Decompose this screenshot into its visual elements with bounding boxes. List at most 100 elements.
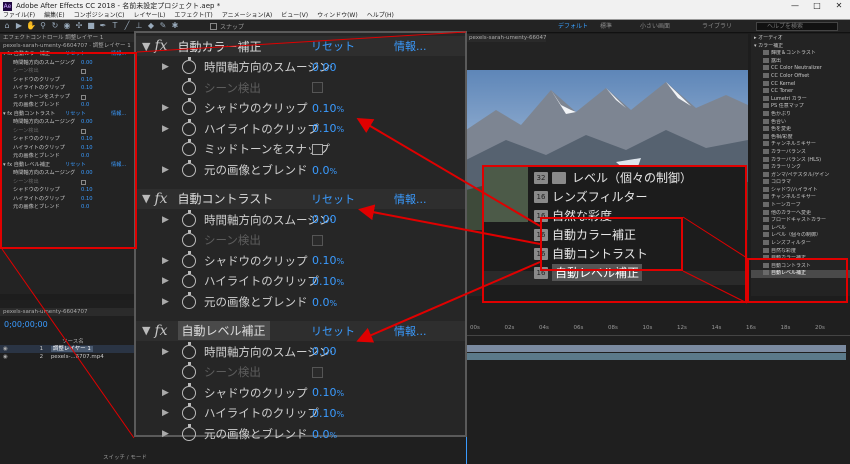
- zoom-property-checkbox[interactable]: [312, 234, 323, 246]
- timecode-display[interactable]: 0;00;00;00: [4, 320, 48, 329]
- zoom-effect-property-row[interactable]: ▶ 元の画像とブレンド 0.0%: [136, 160, 465, 180]
- expand-triangle-icon[interactable]: ▶: [162, 103, 174, 113]
- effects-preset-item[interactable]: 自然な彩度: [751, 247, 850, 256]
- menu-composition[interactable]: コンポジション(C): [74, 12, 125, 19]
- zoom-reset-link[interactable]: リセット: [311, 191, 355, 207]
- zoom-effect-group-header[interactable]: ▼ fx 自動コントラスト リセット 情報...: [136, 188, 465, 209]
- effects-preset-item[interactable]: レベル（個々の制御）: [751, 232, 850, 240]
- stopwatch-icon[interactable]: [182, 98, 196, 116]
- stopwatch-icon[interactable]: [182, 362, 196, 380]
- menu-file[interactable]: ファイル(F): [3, 12, 35, 19]
- menu-help[interactable]: ヘルプ(H): [367, 12, 394, 19]
- zoom-effect-property-row[interactable]: ▶ シャドウのクリップ 0.10%: [136, 98, 465, 118]
- effect-controls-tab[interactable]: エフェクトコントロール 調整レイヤー 1: [0, 34, 136, 42]
- zoom-property-number[interactable]: 0.00: [312, 213, 337, 226]
- effects-preset-item[interactable]: 色合い: [751, 118, 850, 127]
- effects-preset-item[interactable]: Lumetri カラー: [751, 95, 850, 104]
- menu-window[interactable]: ウィンドウ(W): [317, 12, 358, 19]
- zoom-effect-group-header[interactable]: ▼ fx 自動レベル補正 リセット 情報...: [136, 320, 465, 341]
- workspace-small-screen[interactable]: 小さい画面: [640, 20, 670, 33]
- timeline-footer[interactable]: スイッチ / モード: [103, 453, 147, 461]
- zoom-property-value[interactable]: 0.10%: [312, 102, 344, 115]
- effects-preset-item[interactable]: 輝度＆コントラスト: [751, 50, 850, 58]
- zoom-effect-property-row[interactable]: シーン検出: [136, 362, 465, 382]
- timeline-layer-row-2[interactable]: ◉ 2 pexels-...6707.mp4: [0, 353, 136, 361]
- effects-preset-item[interactable]: CC Toner: [751, 88, 850, 96]
- stopwatch-icon[interactable]: [182, 230, 196, 248]
- effects-preset-item[interactable]: シャドウ/ハイライト: [751, 186, 850, 195]
- minimize-button[interactable]: —: [784, 0, 806, 12]
- effects-preset-item[interactable]: トーンカーブ: [751, 202, 850, 210]
- zoom-effect-property-row[interactable]: ミッドトーンをスナップ: [136, 139, 465, 159]
- effects-preset-item[interactable]: ガンマ/ペデスタル/ゲイン: [751, 171, 850, 180]
- effect-menu-item[interactable]: 32 レベル（個々の制御）: [534, 168, 692, 187]
- expand-triangle-icon[interactable]: ▶: [162, 276, 174, 286]
- expand-triangle-icon[interactable]: ▶: [162, 347, 174, 357]
- effects-preset-item[interactable]: ブロードキャストカラー: [751, 217, 850, 225]
- brush-tool-icon[interactable]: ╱: [122, 21, 132, 31]
- fx-toggle-icon[interactable]: fx: [154, 191, 167, 207]
- zoom-property-number[interactable]: 0.10: [312, 254, 337, 267]
- menu-edit[interactable]: 編集(E): [44, 12, 64, 19]
- layer-visibility-icon[interactable]: ◉: [3, 354, 8, 360]
- collapse-triangle-icon[interactable]: ▼: [142, 192, 150, 205]
- workspace-default[interactable]: デフォルト: [558, 20, 588, 33]
- selection-tool-icon[interactable]: ▶: [14, 21, 24, 31]
- effects-preset-item[interactable]: レンズフィルター: [751, 240, 850, 248]
- effect-menu-item[interactable]: 16 レンズフィルター: [534, 187, 648, 206]
- zoom-property-value[interactable]: 0.0%: [312, 296, 337, 309]
- effects-preset-item[interactable]: ▾ カラー補正: [751, 43, 850, 51]
- camera-tool-icon[interactable]: ◉: [62, 21, 72, 31]
- effects-preset-item[interactable]: カラーバランス (HLS): [751, 156, 850, 165]
- collapse-triangle-icon[interactable]: ▼: [142, 40, 150, 53]
- effects-preset-item[interactable]: 色を変更: [751, 126, 850, 134]
- effects-preset-item[interactable]: CC Color Offset: [751, 72, 850, 81]
- zoom-info-link[interactable]: 情報...: [394, 38, 427, 54]
- layer-visibility-icon[interactable]: ◉: [3, 346, 8, 352]
- zoom-property-number[interactable]: 0.10: [312, 102, 337, 115]
- zoom-property-value[interactable]: 0.10%: [312, 275, 344, 288]
- zoom-effect-property-row[interactable]: ▶ シャドウのクリップ 0.10%: [136, 250, 465, 271]
- zoom-reset-link[interactable]: リセット: [311, 38, 355, 54]
- effects-preset-item[interactable]: 色かぶり: [751, 110, 850, 119]
- zoom-property-number[interactable]: 0.0: [312, 164, 330, 177]
- stopwatch-icon[interactable]: [182, 209, 196, 227]
- stopwatch-icon[interactable]: [182, 57, 196, 74]
- shape-tool-icon[interactable]: ■: [86, 21, 96, 31]
- zoom-property-number[interactable]: 0.10: [312, 407, 337, 420]
- zoom-property-value[interactable]: 0.00: [312, 61, 337, 74]
- zoom-property-checkbox[interactable]: [312, 143, 323, 155]
- expand-triangle-icon[interactable]: ▶: [162, 256, 174, 266]
- timeline-tab[interactable]: pexels-sarah-umenty-6604707: [0, 308, 136, 316]
- zoom-property-value[interactable]: 0.00: [312, 345, 337, 358]
- zoom-property-number[interactable]: 0.10: [312, 275, 337, 288]
- type-tool-icon[interactable]: T: [110, 21, 120, 31]
- puppet-tool-icon[interactable]: ✱: [170, 21, 180, 31]
- effects-preset-item[interactable]: CC Kernel: [751, 80, 850, 89]
- effects-preset-item[interactable]: チャンネルミキサー: [751, 141, 850, 149]
- zoom-property-number[interactable]: 0.10: [312, 386, 337, 399]
- stopwatch-icon[interactable]: [182, 424, 196, 441]
- zoom-effect-property-row[interactable]: ▶ 元の画像とブレンド 0.0%: [136, 292, 465, 312]
- stopwatch-icon[interactable]: [182, 341, 196, 359]
- zoom-property-number[interactable]: 0.00: [312, 345, 337, 358]
- zoom-effect-property-row[interactable]: シーン検出: [136, 77, 465, 98]
- zoom-effect-property-row[interactable]: ▶ ハイライトのクリップ 0.10%: [136, 403, 465, 423]
- effects-preset-item[interactable]: カラーバランス: [751, 148, 850, 157]
- zoom-effect-property-row[interactable]: ▶ ハイライトのクリップ 0.10%: [136, 271, 465, 291]
- zoom-effect-group-header[interactable]: ▼ fx 自動カラー補正 リセット 情報...: [136, 36, 465, 56]
- zoom-property-number[interactable]: 0.10: [312, 122, 337, 135]
- zoom-property-value[interactable]: 0.10%: [312, 122, 344, 135]
- stopwatch-icon[interactable]: [182, 271, 196, 289]
- hand-tool-icon[interactable]: ✋: [26, 21, 36, 31]
- zoom-property-value[interactable]: 0.10%: [312, 254, 344, 267]
- zoom-reset-link[interactable]: リセット: [311, 323, 355, 339]
- zoom-property-number[interactable]: 0.0: [312, 428, 330, 441]
- rotate-tool-icon[interactable]: ↻: [50, 21, 60, 31]
- stopwatch-icon[interactable]: [182, 250, 196, 268]
- expand-triangle-icon[interactable]: ▶: [162, 215, 174, 225]
- effects-preset-item[interactable]: PS 任意マップ: [751, 103, 850, 111]
- expand-triangle-icon[interactable]: ▶: [162, 429, 174, 439]
- timeline-layer-row-1[interactable]: ◉ 1 調整レイヤー 1: [0, 345, 136, 353]
- clone-tool-icon[interactable]: ⊥: [134, 21, 144, 31]
